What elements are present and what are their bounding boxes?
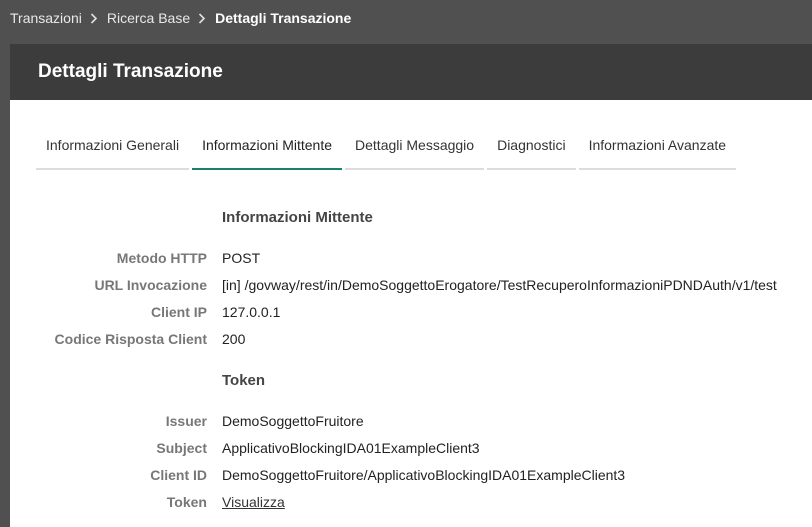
detail-label: Metodo HTTP	[116, 250, 207, 266]
tab-informazioni-avanzate[interactable]: Informazioni Avanzate	[578, 124, 737, 170]
chevron-right-icon	[82, 11, 107, 25]
detail-row-token: Token Visualizza	[10, 492, 812, 512]
visualizza-token-link[interactable]: Visualizza	[222, 492, 285, 512]
detail-label: Codice Risposta Client	[54, 331, 207, 347]
tab-informazioni-generali[interactable]: Informazioni Generali	[36, 124, 190, 170]
detail-row-subject: Subject ApplicativoBlockingIDA01ExampleC…	[10, 438, 812, 458]
detail-row-metodo-http: Metodo HTTP POST	[10, 248, 812, 268]
panel-header: Dettagli Transazione	[10, 44, 812, 100]
tab-informazioni-mittente[interactable]: Informazioni Mittente	[192, 124, 343, 170]
detail-row-issuer: Issuer DemoSoggettoFruitore	[10, 411, 812, 431]
tab-bar: Informazioni Generali Informazioni Mitte…	[36, 124, 739, 170]
detail-row-url-invocazione: URL Invocazione [in] /govway/rest/in/Dem…	[10, 275, 812, 295]
detail-label: URL Invocazione	[94, 277, 207, 293]
detail-row-codice-risposta: Codice Risposta Client 200	[10, 329, 812, 349]
tab-dettagli-messaggio[interactable]: Dettagli Messaggio	[345, 124, 485, 170]
detail-label: Issuer	[165, 413, 207, 429]
detail-value: DemoSoggettoFruitore/ApplicativoBlocking…	[222, 467, 626, 483]
detail-label: Client ID	[150, 467, 207, 483]
detail-value: POST	[222, 250, 261, 266]
section-title-mittente: Informazioni Mittente	[222, 209, 373, 226]
breadcrumb-current: Dettagli Transazione	[215, 10, 352, 26]
detail-value: 200	[222, 331, 246, 347]
section-title-token: Token	[222, 372, 266, 389]
detail-label: Token	[166, 494, 207, 510]
detail-label: Client IP	[150, 304, 207, 320]
detail-value: ApplicativoBlockingIDA01ExampleClient3	[222, 440, 480, 456]
detail-value: 127.0.0.1	[222, 304, 281, 320]
breadcrumb: Transazioni Ricerca Base Dettagli Transa…	[0, 0, 812, 36]
page-title: Dettagli Transazione	[38, 61, 223, 82]
chevron-right-icon	[190, 11, 215, 25]
tab-diagnostici[interactable]: Diagnostici	[487, 124, 576, 170]
details-panel: Dettagli Transazione Informazioni Genera…	[10, 44, 812, 527]
detail-value: [in] /govway/rest/in/DemoSoggettoErogato…	[222, 277, 777, 293]
detail-row-client-ip: Client IP 127.0.0.1	[10, 302, 812, 322]
breadcrumb-transazioni[interactable]: Transazioni	[10, 10, 82, 26]
detail-label: Subject	[156, 440, 207, 456]
breadcrumb-ricerca-base[interactable]: Ricerca Base	[107, 10, 190, 26]
detail-value: DemoSoggettoFruitore	[222, 413, 364, 429]
detail-row-client-id: Client ID DemoSoggettoFruitore/Applicati…	[10, 465, 812, 485]
